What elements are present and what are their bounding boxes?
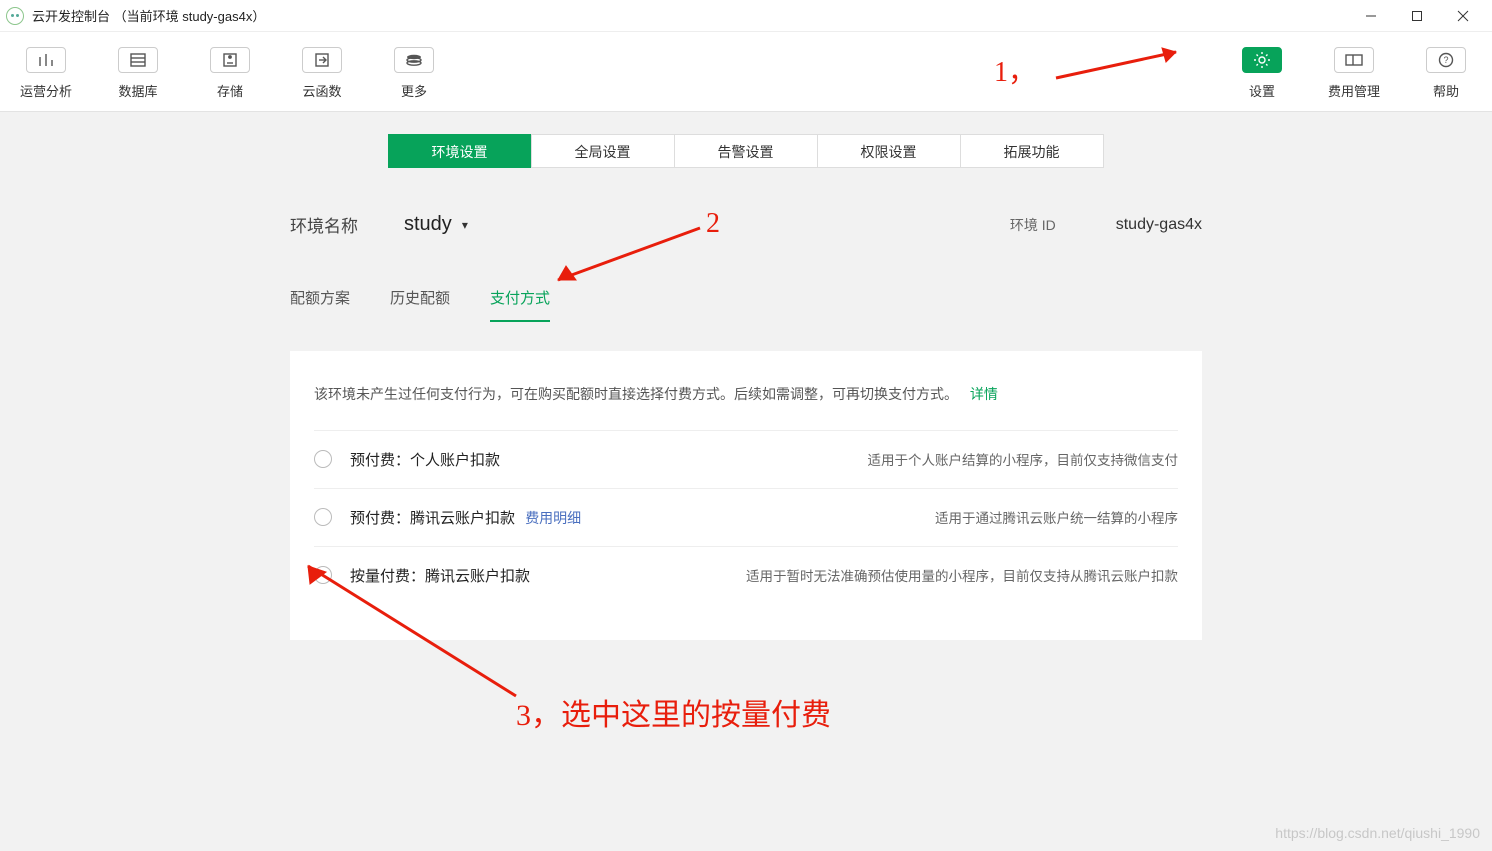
gear-icon	[1242, 47, 1282, 73]
subtab-quota[interactable]: 配额方案	[290, 287, 350, 322]
tool-analytics[interactable]: 运营分析	[0, 42, 92, 106]
more-icon	[394, 47, 434, 73]
option-title: 预付费：个人账户扣款	[350, 449, 500, 470]
tool-label: 存储	[217, 81, 243, 100]
option-prepaid-tencent[interactable]: 预付费：腾讯云账户扣款 费用明细 适用于通过腾讯云账户统一结算的小程序	[314, 488, 1178, 546]
radio-icon[interactable]	[314, 450, 332, 468]
maximize-button[interactable]	[1394, 0, 1440, 32]
env-id-value: study-gas4x	[1116, 216, 1202, 234]
radio-icon[interactable]	[314, 508, 332, 526]
radio-icon[interactable]	[314, 566, 332, 584]
database-icon	[118, 47, 158, 73]
detail-link[interactable]: 详情	[970, 386, 998, 402]
app-icon	[6, 7, 24, 25]
notice-text: 该环境未产生过任何支付行为，可在购买配额时直接选择付费方式。后续如需调整，可再切…	[314, 386, 958, 402]
title-bar: 云开发控制台 （当前环境 study-gas4x）	[0, 0, 1492, 32]
tab-permission-settings[interactable]: 权限设置	[817, 134, 961, 168]
option-desc: 适用于通过腾讯云账户统一结算的小程序	[935, 507, 1178, 527]
tab-global-settings[interactable]: 全局设置	[531, 134, 675, 168]
annotation-3: 3，选中这里的按量付费	[516, 690, 831, 734]
option-postpaid-tencent[interactable]: 按量付费：腾讯云账户扣款 适用于暂时无法准确预估使用量的小程序，目前仅支持从腾讯…	[314, 546, 1178, 604]
tool-functions[interactable]: 云函数	[276, 42, 368, 106]
tab-extensions[interactable]: 拓展功能	[960, 134, 1104, 168]
tool-help[interactable]: ? 帮助	[1400, 42, 1492, 106]
billing-icon	[1334, 47, 1374, 73]
tool-label: 帮助	[1433, 81, 1459, 100]
storage-icon	[210, 47, 250, 73]
minimize-button[interactable]	[1348, 0, 1394, 32]
chevron-down-icon: ▾	[462, 218, 468, 232]
subtab-payment[interactable]: 支付方式	[490, 287, 550, 322]
tool-more[interactable]: 更多	[368, 42, 460, 106]
env-id-label: 环境 ID	[1010, 215, 1056, 235]
option-prepaid-personal[interactable]: 预付费：个人账户扣款 适用于个人账户结算的小程序，目前仅支持微信支付	[314, 430, 1178, 488]
window-title: 云开发控制台 （当前环境 study-gas4x）	[32, 6, 265, 25]
tool-billing[interactable]: 费用管理	[1308, 42, 1400, 106]
option-desc: 适用于个人账户结算的小程序，目前仅支持微信支付	[868, 449, 1179, 469]
tool-database[interactable]: 数据库	[92, 42, 184, 106]
window-controls	[1348, 0, 1486, 32]
help-icon: ?	[1426, 47, 1466, 73]
env-name-label: 环境名称	[290, 212, 358, 237]
analytics-icon	[26, 47, 66, 73]
env-select[interactable]: study ▾	[404, 213, 468, 236]
env-name-value: study	[404, 213, 452, 236]
svg-text:?: ?	[1443, 55, 1448, 65]
env-header: 环境名称 study ▾ 环境 ID study-gas4x	[290, 212, 1202, 237]
tab-alert-settings[interactable]: 告警设置	[674, 134, 818, 168]
watermark: https://blog.csdn.net/qiushi_1990	[1275, 825, 1480, 841]
tool-label: 数据库	[118, 81, 157, 100]
tool-label: 运营分析	[20, 81, 72, 100]
notice: 该环境未产生过任何支付行为，可在购买配额时直接选择付费方式。后续如需调整，可再切…	[314, 381, 1178, 408]
toolbar: 运营分析 数据库 存储 云函数 更多 设置 费用管理	[0, 32, 1492, 112]
functions-icon	[302, 47, 342, 73]
option-title: 按量付费：腾讯云账户扣款	[350, 565, 530, 586]
option-title: 预付费：腾讯云账户扣款 费用明细	[350, 507, 581, 528]
tool-settings[interactable]: 设置	[1216, 42, 1308, 106]
billing-detail-link[interactable]: 费用明细	[525, 510, 581, 526]
tool-label: 费用管理	[1328, 81, 1380, 100]
settings-tabs: 环境设置 全局设置 告警设置 权限设置 拓展功能	[0, 134, 1492, 168]
payment-panel: 该环境未产生过任何支付行为，可在购买配额时直接选择付费方式。后续如需调整，可再切…	[290, 351, 1202, 640]
tab-env-settings[interactable]: 环境设置	[388, 134, 532, 168]
option-desc: 适用于暂时无法准确预估使用量的小程序，目前仅支持从腾讯云账户扣款	[746, 565, 1178, 585]
env-subtabs: 配额方案 历史配额 支付方式	[290, 287, 1202, 323]
subtab-history[interactable]: 历史配额	[390, 287, 450, 322]
content: 环境名称 study ▾ 环境 ID study-gas4x 配额方案 历史配额…	[290, 212, 1202, 640]
tool-label: 云函数	[302, 81, 341, 100]
tool-label: 更多	[401, 81, 427, 100]
close-button[interactable]	[1440, 0, 1486, 32]
tool-storage[interactable]: 存储	[184, 42, 276, 106]
tool-label: 设置	[1249, 81, 1275, 100]
